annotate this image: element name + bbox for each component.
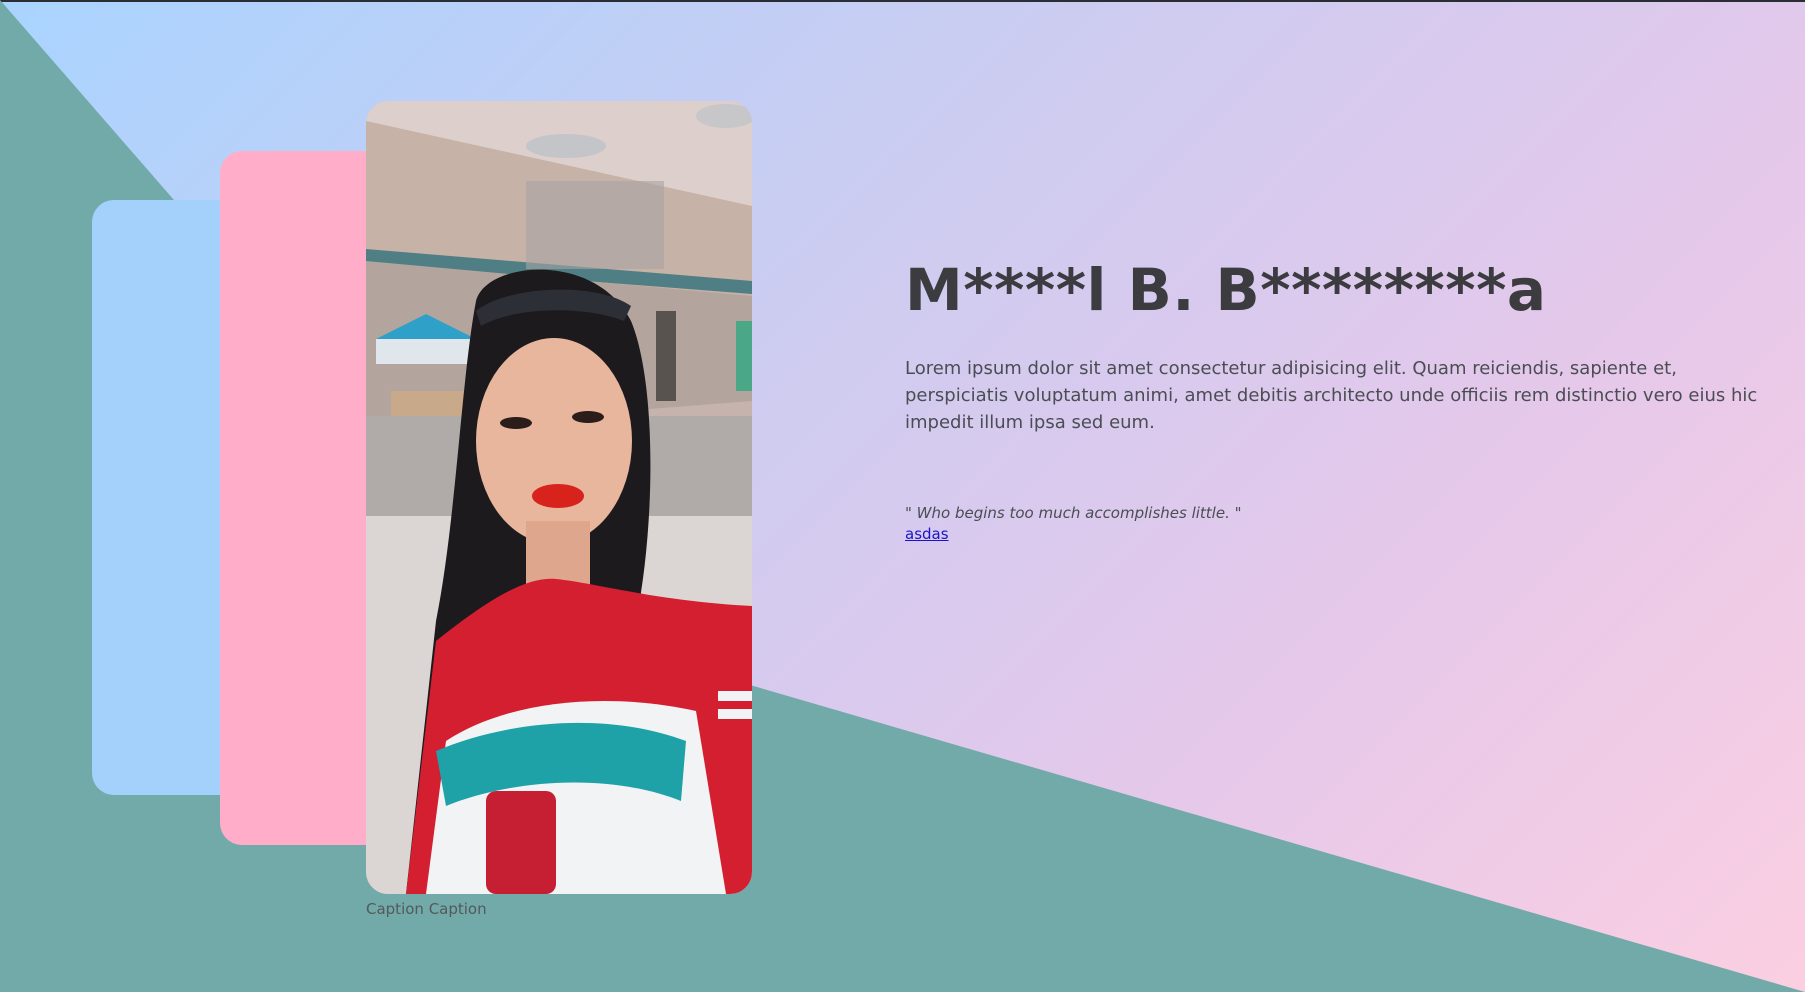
portfolio-page: Caption Caption M****l B. B********a Lor… — [0, 0, 1805, 992]
profile-content: M****l B. B********a Lorem ipsum dolor s… — [905, 255, 1785, 544]
top-border — [0, 0, 1805, 2]
person-name: M****l B. B********a — [905, 256, 1547, 324]
profile-photo — [366, 101, 752, 894]
bio-text: Lorem ipsum dolor sit amet consectetur a… — [905, 358, 1758, 433]
photo-caption: Caption Caption — [366, 900, 487, 918]
profile-photo-illustration — [366, 101, 752, 894]
quote-text: " Who begins too much accomplishes littl… — [905, 504, 1242, 522]
quote-link[interactable]: asdas — [905, 524, 949, 544]
